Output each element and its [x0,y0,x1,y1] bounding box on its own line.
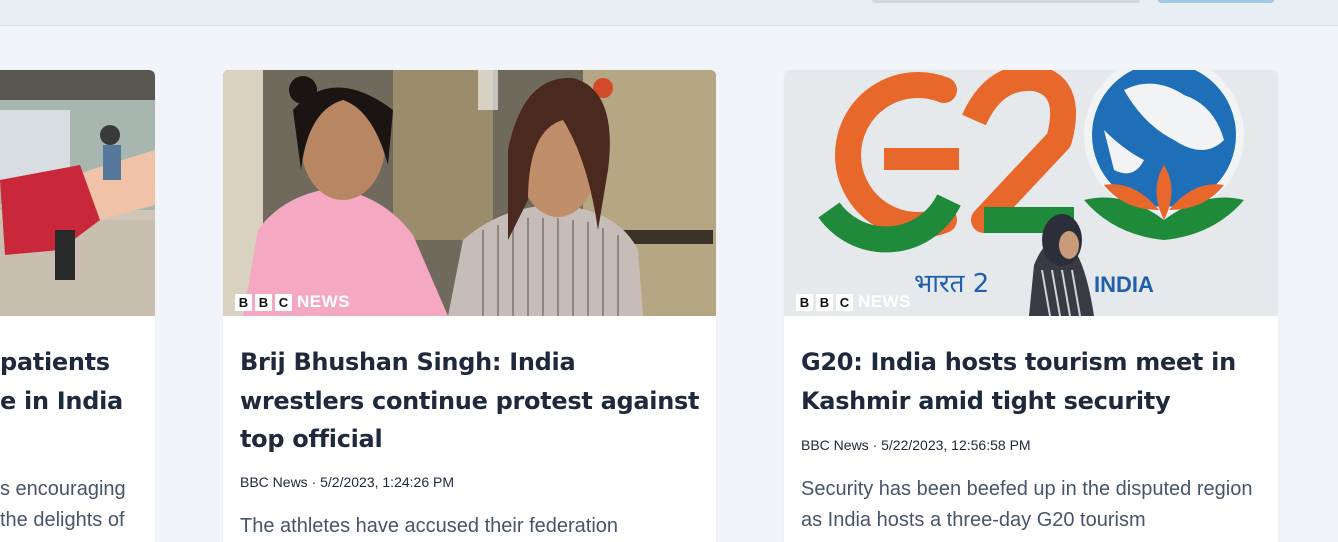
article-image [223,70,716,316]
article-meta: BBC News · 5/2/2023, 1:24:26 PM [240,474,454,490]
wrestlers-protest-image [223,70,716,316]
article-image: भारत 2 INDIA [784,70,1278,316]
patient-image [0,70,155,316]
article-card[interactable]: B B C NEWS Brij Bhushan Singh: India wre… [223,70,716,542]
article-card[interactable]: भारत 2 INDIA B B C NEWS G20: India hosts… [784,70,1278,542]
mural-hindi-text: भारत 2 [914,269,989,299]
article-description: The athletes have accused their federati… [240,515,619,537]
g20-mural-image: भारत 2 INDIA [784,70,1278,316]
bbc-news-watermark: B B C NEWS [796,292,911,312]
article-title[interactable]: Brij Bhushan Singh: India wrestlers cont… [240,343,700,459]
mural-india-text: INDIA [1094,272,1154,297]
article-meta: BBC News · 5/22/2023, 12:56:58 PM [801,437,1031,453]
article-title[interactable]: G20: India hosts tourism meet in Kashmir… [801,343,1261,420]
article-image [0,70,155,316]
article-card[interactable]: patients e in India s encouraging the de… [0,70,155,542]
top-navigation-bar [0,0,1338,26]
header-button[interactable] [1158,0,1274,3]
bbc-news-watermark: B B C NEWS [235,292,350,312]
search-input[interactable] [872,0,1140,3]
article-description: Security has been beefed up in the dispu… [801,478,1253,531]
article-title[interactable]: patients e in India [0,343,155,420]
article-description: s encouraging the delights of [0,478,126,531]
